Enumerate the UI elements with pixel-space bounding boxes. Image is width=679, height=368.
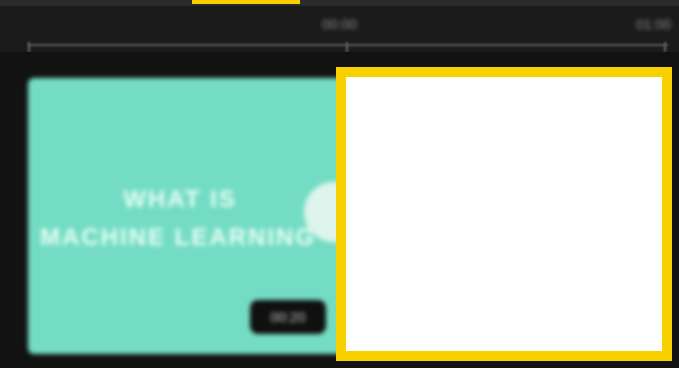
ruler-tick-label: 01:00 [636,16,672,32]
active-tab-indicator[interactable] [192,0,300,4]
video-clip-thumbnail[interactable]: WHAT IS MACHINE LEARNING 00:20 [28,78,368,354]
clip-title-line-1: WHAT IS [123,186,237,213]
timeline-editor: 00:00 01:00 WHAT IS MACHINE LEARNING 00:… [0,0,679,368]
timeline-ruler[interactable]: 00:00 01:00 [0,6,679,52]
clip-duration-badge: 00:20 [250,300,326,334]
ruler-tick-label: 00:00 [322,16,358,32]
highlight-box [336,67,672,361]
ruler-baseline [28,44,668,46]
